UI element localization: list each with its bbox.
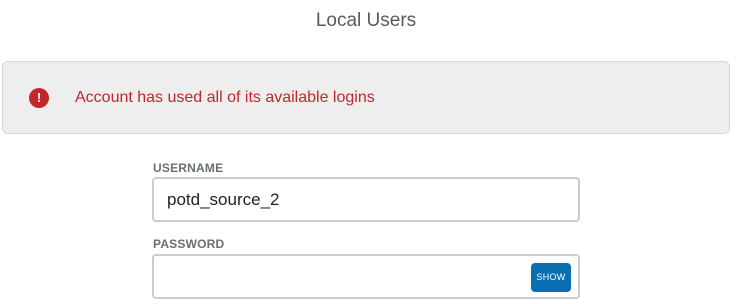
password-field[interactable]: SHOW [152, 254, 580, 299]
login-page: Local Users ! Account has used all of it… [0, 0, 738, 304]
password-label: PASSWORD [153, 237, 225, 251]
exclamation-circle-icon: ! [29, 88, 49, 108]
page-title: Local Users [315, 10, 417, 31]
error-message: Account has used all of its available lo… [75, 89, 375, 106]
username-field[interactable]: potd_source_2 [152, 177, 580, 222]
username-value: potd_source_2 [167, 190, 280, 209]
show-password-button[interactable]: SHOW [531, 263, 571, 292]
username-label: USERNAME [153, 161, 224, 175]
error-alert: ! Account has used all of its available … [2, 61, 730, 134]
